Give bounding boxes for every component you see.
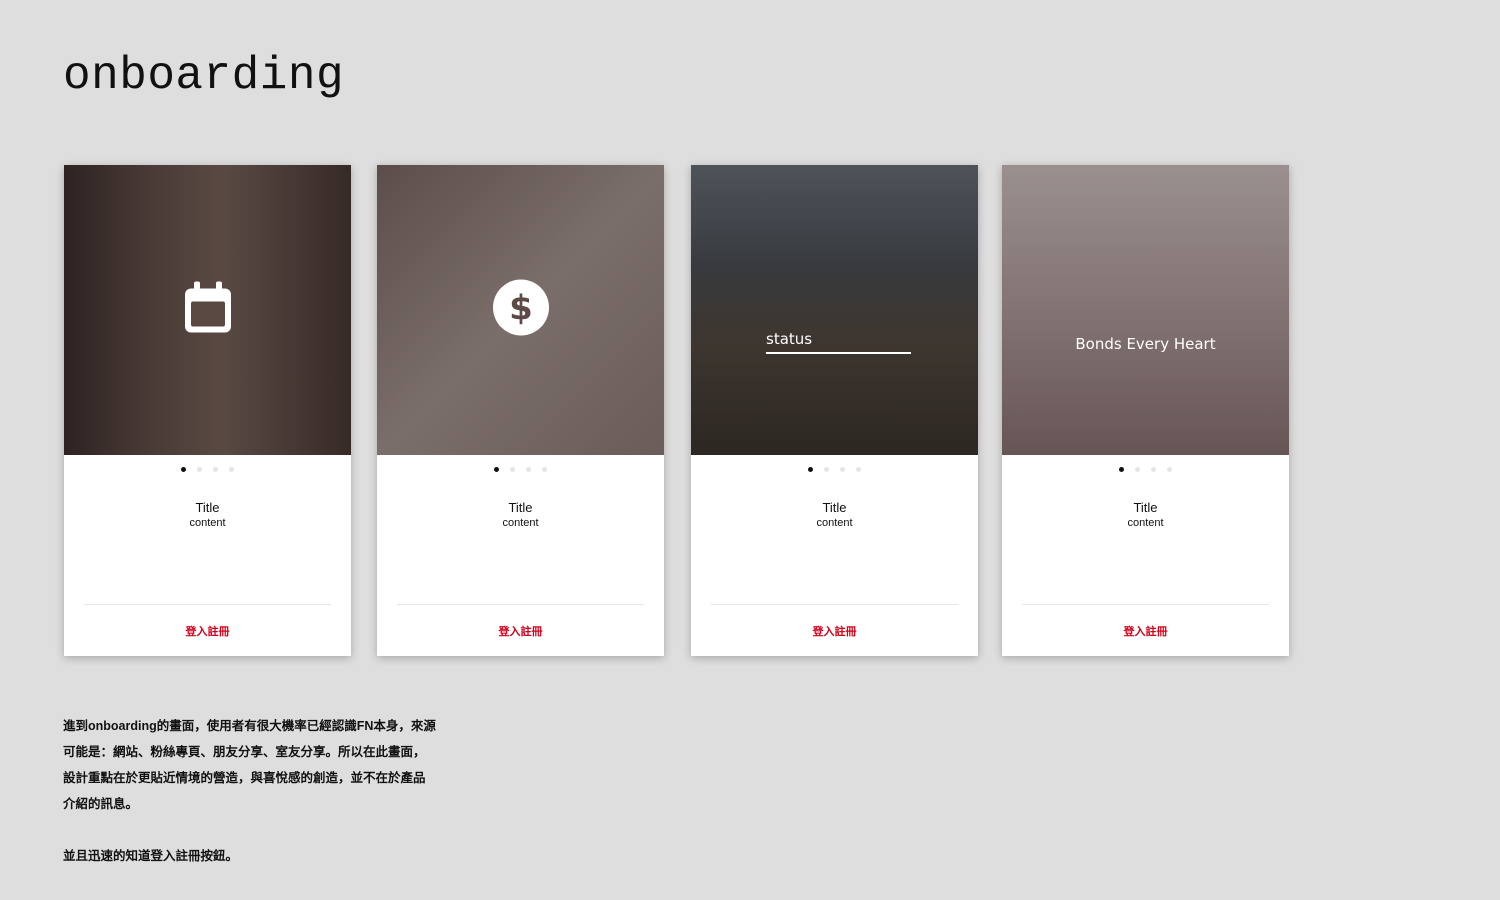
divider — [84, 604, 331, 605]
pagination-dots[interactable] — [1002, 467, 1289, 472]
divider — [711, 604, 958, 605]
divider — [1022, 604, 1269, 605]
calendar-icon — [182, 280, 234, 341]
card-title: Title — [1133, 500, 1158, 515]
pagination-dot[interactable] — [1167, 467, 1172, 472]
hero-image: Bonds Every Heart — [1002, 165, 1289, 455]
onboarding-card-3: status Title content 登入註冊 — [691, 165, 978, 656]
card-title: Title — [195, 500, 220, 515]
status-label: status — [766, 330, 813, 348]
description-line: 進到onboarding的畫面，使用者有很大機率已經認識FN本身，來源 — [63, 719, 436, 733]
pagination-dot[interactable] — [542, 467, 547, 472]
svg-text:$: $ — [509, 289, 533, 329]
pagination-dot[interactable] — [1119, 467, 1124, 472]
card-content: content — [816, 517, 853, 529]
pagination-dot[interactable] — [213, 467, 218, 472]
description-line: 介紹的訊息。 — [63, 797, 139, 811]
description-line: 設計重點在於更貼近情境的營造，與喜悅感的創造，並不在於產品 — [63, 771, 426, 785]
pagination-dot[interactable] — [494, 467, 499, 472]
pagination-dots[interactable] — [377, 467, 664, 472]
onboarding-card-2: $ Title content 登入註冊 — [377, 165, 664, 656]
onboarding-card-4: Bonds Every Heart Title content 登入註冊 — [1002, 165, 1289, 656]
description-line: 可能是：網站、粉絲專頁、朋友分享、室友分享。所以在此畫面， — [63, 745, 426, 759]
pagination-dot[interactable] — [808, 467, 813, 472]
login-register-button[interactable]: 登入註冊 — [691, 623, 978, 639]
login-register-button[interactable]: 登入註冊 — [1002, 623, 1289, 639]
pagination-dot[interactable] — [197, 467, 202, 472]
hero-image: status — [691, 165, 978, 455]
login-register-button[interactable]: 登入註冊 — [64, 623, 351, 639]
pagination-dot[interactable] — [229, 467, 234, 472]
page-title: onboarding — [63, 50, 345, 102]
card-content: content — [1127, 517, 1164, 529]
status-underline — [766, 352, 911, 354]
card-content: content — [502, 517, 539, 529]
card-title: Title — [508, 500, 533, 515]
description-note: 並且迅速的知道登入註冊按鈕。 — [63, 849, 239, 863]
pagination-dot[interactable] — [856, 467, 861, 472]
pagination-dot[interactable] — [510, 467, 515, 472]
pagination-dot[interactable] — [1135, 467, 1140, 472]
onboarding-card-1: Title content 登入註冊 — [64, 165, 351, 656]
hero-image: $ — [377, 165, 664, 455]
pagination-dots[interactable] — [64, 467, 351, 472]
dollar-icon: $ — [492, 279, 550, 342]
pagination-dot[interactable] — [1151, 467, 1156, 472]
hero-image — [64, 165, 351, 455]
pagination-dots[interactable] — [691, 467, 978, 472]
pagination-dot[interactable] — [526, 467, 531, 472]
pagination-dot[interactable] — [840, 467, 845, 472]
design-description: 進到onboarding的畫面，使用者有很大機率已經認識FN本身，來源 可能是：… — [63, 713, 443, 869]
tagline: Bonds Every Heart — [1075, 335, 1216, 353]
divider — [397, 604, 644, 605]
card-content: content — [189, 517, 226, 529]
card-title: Title — [822, 500, 847, 515]
pagination-dot[interactable] — [824, 467, 829, 472]
onboarding-page: onboarding Title content 登入註冊 $ Title co… — [0, 0, 1500, 900]
pagination-dot[interactable] — [181, 467, 186, 472]
login-register-button[interactable]: 登入註冊 — [377, 623, 664, 639]
